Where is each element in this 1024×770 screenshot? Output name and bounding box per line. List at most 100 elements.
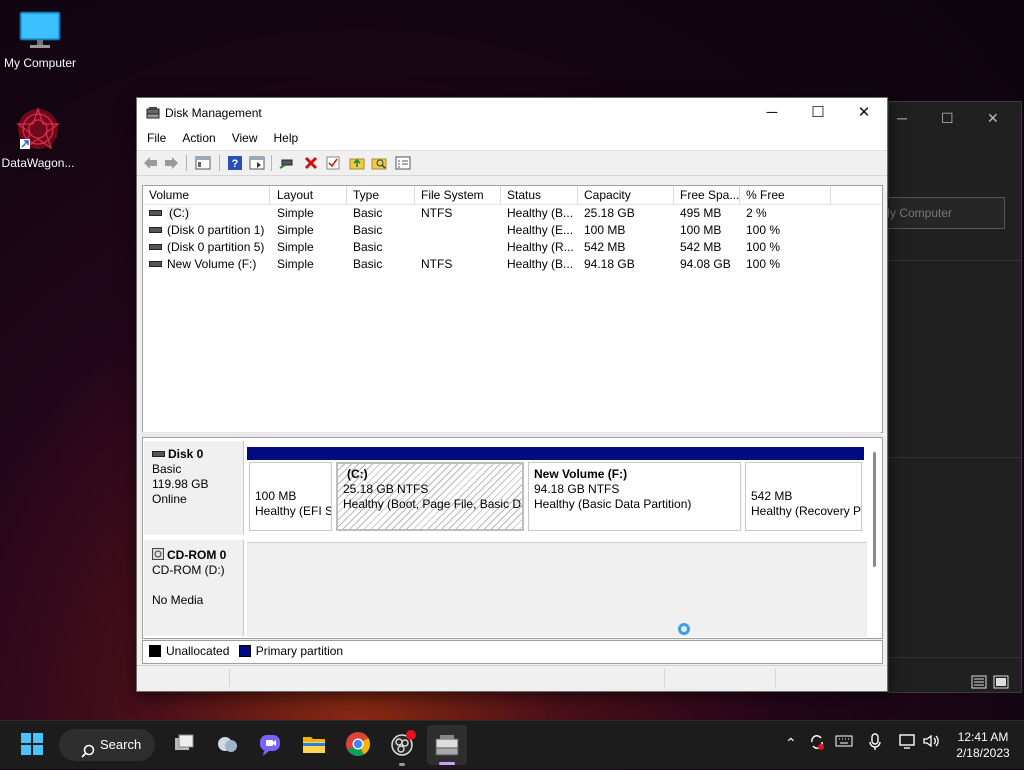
legend-unallocated: Unallocated [166, 644, 230, 658]
volume-percent-free: 100 % [746, 257, 781, 271]
status-divider [775, 669, 776, 687]
volume-free-space: 495 MB [680, 206, 722, 220]
chrome-icon[interactable] [344, 730, 374, 760]
partition-status: Healthy (EFI S [255, 504, 332, 518]
volume-row[interactable]: New Volume (F:) Simple Basic NTFS Health… [143, 256, 882, 273]
tiles-view-icon[interactable] [993, 675, 1009, 692]
disk-0-label[interactable]: Disk 0 Basic 119.98 GB Online [144, 441, 244, 535]
folder-search-icon[interactable] [371, 155, 387, 171]
disk-management-window[interactable]: Disk Management ─ ☐ ✕ File Action View H… [136, 97, 888, 692]
details-view-icon[interactable] [971, 675, 987, 692]
desktop-icon-datawagon[interactable]: DataWagon... [0, 105, 78, 170]
desktop-icon-label: DataWagon... [1, 156, 75, 170]
desktop-icon-my-computer[interactable]: My Computer [0, 10, 80, 70]
busy-cursor-icon [678, 623, 690, 635]
legend: Unallocated Primary partition [142, 640, 883, 664]
volume-layout: Simple [277, 206, 314, 220]
minimize-button[interactable]: ─ [749, 98, 795, 128]
cdrom-empty-area[interactable] [247, 542, 867, 637]
file-explorer-icon[interactable] [300, 730, 330, 760]
volume-percent-free: 2 % [746, 206, 767, 220]
column-header-volume[interactable]: Volume [143, 186, 270, 204]
partition-recovery[interactable]: 542 MB Healthy (Recovery P [743, 447, 864, 533]
menu-view[interactable]: View [224, 128, 266, 150]
maximize-button[interactable]: ☐ [795, 98, 841, 128]
menu-help[interactable]: Help [266, 128, 307, 150]
partition-size: 100 MB [255, 489, 297, 503]
console-tree-icon[interactable] [195, 155, 211, 171]
help-icon[interactable]: ? [227, 155, 243, 171]
partition-body: (C:) 25.18 GB NTFS Healthy (Boot, Page F… [336, 462, 524, 531]
maximize-icon[interactable]: ☐ [941, 110, 954, 127]
volume-free-space: 94.08 GB [680, 257, 731, 271]
microphone-icon[interactable] [868, 733, 882, 754]
cdrom-icon [152, 548, 164, 561]
active-app-highlight[interactable] [427, 725, 467, 765]
background-window[interactable]: ─ ☐ ✕ My Computer [879, 101, 1022, 693]
action-pane-icon[interactable] [249, 155, 265, 171]
chat-icon[interactable] [256, 730, 286, 760]
volume-file-system: NTFS [421, 257, 453, 271]
volume-icon [149, 243, 162, 250]
partition-efi[interactable]: 100 MB Healthy (EFI S [247, 447, 334, 533]
delete-icon[interactable] [303, 155, 319, 171]
folder-up-icon[interactable] [349, 155, 365, 171]
widgets-icon[interactable] [213, 730, 243, 760]
column-header-capacity[interactable]: Capacity [578, 186, 674, 204]
menu-action[interactable]: Action [174, 128, 223, 150]
cdrom-name: CD-ROM 0 [167, 548, 227, 562]
volume-capacity: 25.18 GB [584, 206, 635, 220]
volume-name-cell: (Disk 0 partition 5) [143, 239, 271, 256]
network-icon[interactable] [899, 733, 917, 752]
volume-status: Healthy (E... [507, 223, 574, 237]
menu-file[interactable]: File [139, 128, 174, 150]
volume-row[interactable]: (Disk 0 partition 1) Simple Basic Health… [143, 222, 882, 239]
volume-free-space: 100 MB [680, 223, 722, 237]
partition-f[interactable]: New Volume (F:) 94.18 GB NTFS Healthy (B… [526, 447, 743, 533]
cdrom-drive: CD-ROM (D:) [152, 563, 225, 577]
obs-icon[interactable] [388, 730, 418, 760]
active-indicator [439, 762, 455, 765]
close-button[interactable]: ✕ [841, 98, 887, 128]
column-header-layout[interactable]: Layout [271, 186, 347, 204]
location-field[interactable]: My Computer [879, 197, 1005, 229]
start-windows-icon[interactable] [18, 730, 48, 760]
status-divider [664, 669, 665, 687]
connect-icon[interactable] [279, 155, 295, 171]
volume-status: Healthy (B... [507, 206, 574, 220]
title-bar[interactable]: Disk Management ─ ☐ ✕ [137, 98, 887, 128]
partition-c[interactable]: (C:) 25.18 GB NTFS Healthy (Boot, Page F… [334, 447, 526, 533]
column-header-status[interactable]: Status [501, 186, 578, 204]
volume-icon[interactable] [922, 733, 942, 752]
column-header-percent-free[interactable]: % Free [740, 186, 831, 204]
volume-file-system: NTFS [421, 206, 453, 220]
running-indicator [399, 763, 405, 766]
minimize-icon[interactable]: ─ [897, 110, 907, 126]
keyboard-icon[interactable] [835, 733, 853, 752]
volume-icon [149, 260, 162, 267]
volume-icon [149, 226, 162, 233]
disk-icon [152, 450, 165, 457]
sync-icon[interactable] [808, 733, 826, 754]
volume-row[interactable]: (Disk 0 partition 5) Simple Basic Health… [143, 239, 882, 256]
forward-arrow-icon[interactable] [164, 155, 180, 171]
clock[interactable]: 12:41 AM 2/18/2023 [948, 729, 1018, 761]
cdrom-0-label[interactable]: CD-ROM 0 CD-ROM (D:) No Media [144, 540, 244, 636]
search-button[interactable]: Search [59, 729, 155, 761]
partition-title: New Volume (F:) [534, 467, 628, 481]
volume-capacity: 94.18 GB [584, 257, 635, 271]
properties-icon[interactable] [395, 155, 411, 171]
volume-layout: Simple [277, 257, 314, 271]
check-disk-icon[interactable] [325, 155, 341, 171]
chevron-up-icon[interactable]: ⌃ [785, 735, 797, 752]
column-header-file-system[interactable]: File System [415, 186, 501, 204]
volume-layout: Simple [277, 240, 314, 254]
column-header-free-space[interactable]: Free Spa... [674, 186, 740, 204]
disk-map-scrollbar[interactable] [873, 452, 876, 567]
back-arrow-icon[interactable] [142, 155, 158, 171]
close-icon[interactable]: ✕ [987, 110, 999, 127]
column-header-type[interactable]: Type [347, 186, 415, 204]
partition-body: 542 MB Healthy (Recovery P [745, 462, 862, 531]
volume-row[interactable]: (C:) Simple Basic NTFS Healthy (B... 25.… [143, 205, 882, 222]
task-view-icon[interactable] [170, 730, 200, 760]
